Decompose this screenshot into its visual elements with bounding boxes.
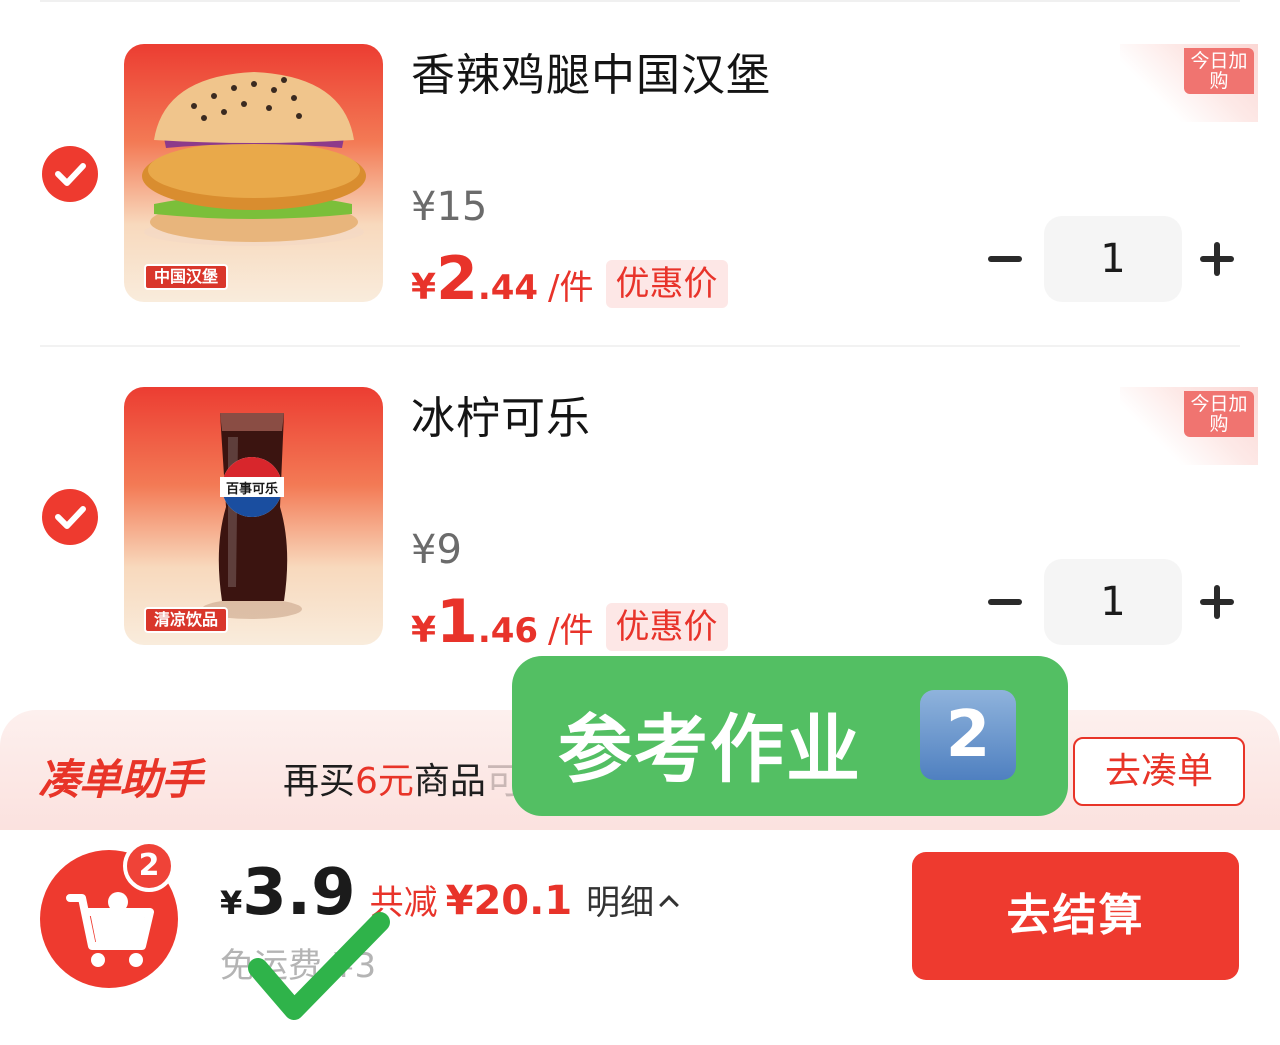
deal-int: 1 [436, 587, 478, 657]
today-add-tag: 今日加购 [1120, 44, 1258, 122]
deal-badge: 优惠价 [605, 603, 728, 651]
cart-item-cola: 百事可乐 清凉饮品 冰柠可乐 ¥9 ¥1.46/件 优惠价 今日加购 1 [0, 387, 1280, 652]
watermark-text: 参考作业 [558, 707, 862, 793]
cart-count-badge: 2 [123, 840, 175, 892]
check-circle-icon[interactable] [42, 489, 98, 545]
total-yen: ¥ [220, 884, 243, 922]
item-divider [40, 345, 1240, 347]
deal-yen: ¥ [411, 267, 437, 308]
deal-price: ¥1.46/件 优惠价 [411, 592, 728, 652]
quantity-value[interactable]: 1 [1044, 559, 1182, 645]
check-circle-icon[interactable] [42, 146, 98, 202]
minus-icon[interactable] [982, 579, 1028, 625]
deal-badge: 优惠价 [605, 260, 728, 308]
deal-yen: ¥ [411, 610, 437, 651]
deal-price: ¥2.44/件 优惠价 [411, 249, 728, 309]
savings-amount: ¥20.1 [445, 878, 573, 924]
minus-icon[interactable] [982, 236, 1028, 282]
detail-link[interactable]: 明细 [586, 883, 654, 923]
deal-dec: .46 [477, 611, 539, 651]
quantity-value[interactable]: 1 [1044, 216, 1182, 302]
checkout-bar: 2 ¥3.9 共减 ¥20.1 明细 免运费 ¥3 去结算 [0, 830, 1280, 1045]
deal-int: 2 [436, 244, 478, 314]
watermark-overlay: 参考作业 2 [512, 656, 1068, 816]
deal-dec: .44 [477, 268, 539, 308]
original-price: ¥15 [411, 184, 488, 230]
item-title[interactable]: 冰柠可乐 [411, 389, 591, 449]
deal-unit: /件 [548, 268, 594, 308]
image-tag: 中国汉堡 [144, 264, 229, 290]
today-add-tag: 今日加购 [1120, 387, 1258, 465]
assist-mid: 商品 [413, 761, 486, 802]
quantity-stepper: 1 [980, 216, 1240, 302]
burger-image[interactable]: 中国汉堡 [124, 44, 383, 302]
go-bundle-button[interactable]: 去凑单 [1073, 737, 1245, 806]
plus-icon[interactable] [1194, 579, 1240, 625]
assist-highlight: 6元 [355, 761, 414, 802]
bundle-assistant-title: 凑单助手 [38, 755, 203, 804]
plus-icon[interactable] [1194, 236, 1240, 282]
today-add-text: 今日加购 [1184, 391, 1254, 437]
item-title[interactable]: 香辣鸡腿中国汉堡 [411, 46, 771, 106]
chevron-up-icon[interactable] [659, 895, 680, 915]
top-divider [40, 0, 1240, 2]
cart-item-burger: 中国汉堡 香辣鸡腿中国汉堡 ¥15 ¥2.44/件 优惠价 今日加购 1 [0, 44, 1280, 309]
cola-image[interactable]: 百事可乐 清凉饮品 [124, 387, 383, 645]
original-price: ¥9 [411, 527, 462, 573]
quantity-stepper: 1 [980, 559, 1240, 645]
deal-unit: /件 [548, 611, 594, 651]
big-green-check-icon [248, 912, 390, 1020]
checkout-button[interactable]: 去结算 [912, 852, 1239, 980]
image-tag: 清凉饮品 [144, 607, 229, 633]
today-add-text: 今日加购 [1184, 48, 1254, 94]
assist-prefix: 再买 [283, 761, 356, 802]
watermark-number: 2 [920, 690, 1016, 780]
svg-text:百事可乐: 百事可乐 [226, 481, 278, 497]
